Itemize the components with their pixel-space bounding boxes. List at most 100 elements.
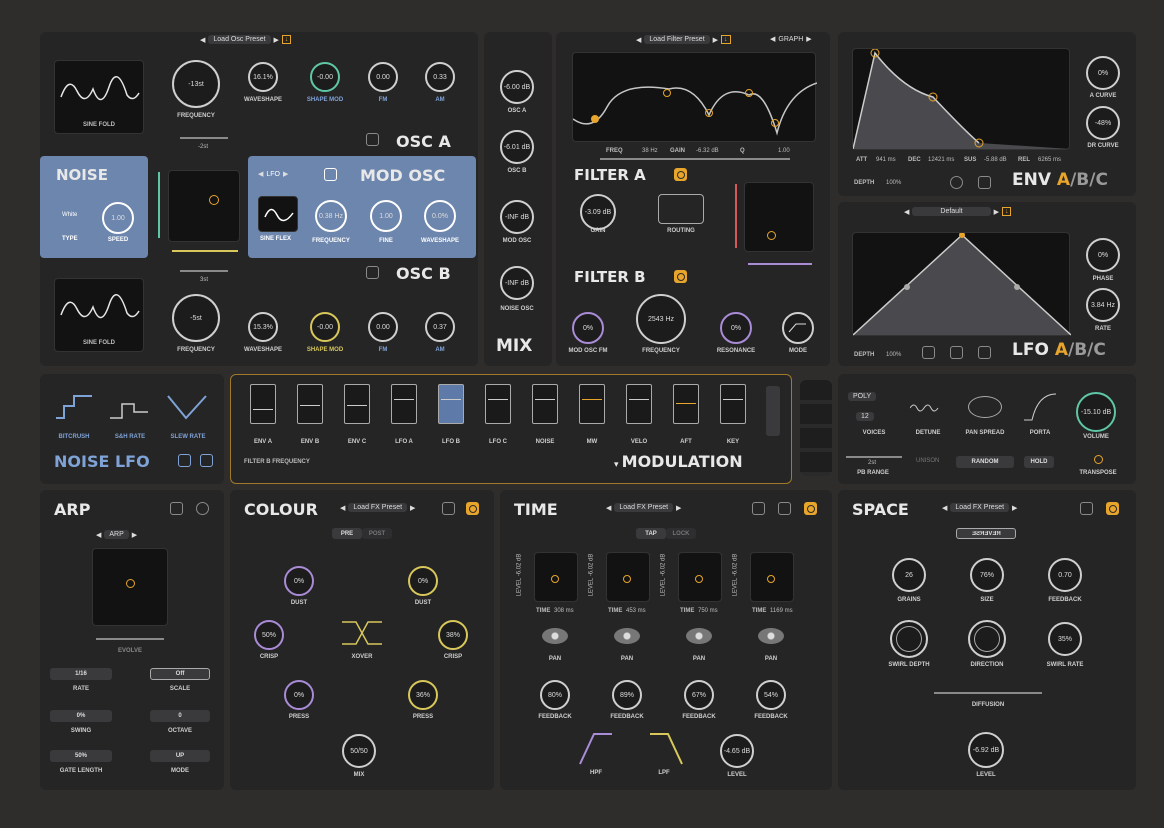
xy-pad-handle[interactable] [209,195,219,205]
osc-a-frequency-knob[interactable]: -13st [172,60,220,108]
osc-a-waveshape-knob[interactable]: 16.1% [248,62,278,92]
osc-b-wavetable-display[interactable]: SINE FOLD [54,278,144,352]
resonance-knob[interactable]: 0% [720,312,752,344]
noise-lfo-keyboard-icon[interactable] [200,454,213,467]
lfo-node[interactable] [1014,284,1020,290]
transpose-dot[interactable] [1094,455,1103,464]
delay-tap-pad[interactable] [534,552,578,602]
sh-rate-icon[interactable] [108,392,152,422]
right-arrow-icon[interactable]: ▶ [274,36,279,44]
right-arrow-icon[interactable]: ▶ [806,35,811,43]
slew-rate-icon[interactable] [166,392,210,422]
colour-power-icon[interactable] [466,502,479,515]
osc-a-shape-mod-knob[interactable]: -0.00 [310,62,340,92]
press-2-knob[interactable]: 36% [408,680,438,710]
filter-gain-knob[interactable]: -3.09 dB [580,194,616,230]
osc-a-wavetable-display[interactable]: SINE FOLD [54,60,144,134]
mix-noise-osc-knob[interactable]: -INF dB [500,266,534,300]
reverse-toggle[interactable]: REVERSE [956,528,1016,539]
osc-a-fm-knob[interactable]: 0.00 [368,62,398,92]
mix-osc-b-knob[interactable]: -6.01 dB [500,130,534,164]
mod-osc-wave-display[interactable] [258,196,298,232]
tap-feedback-knob[interactable]: 67% [684,680,714,710]
hpf-icon[interactable] [578,730,614,766]
time-power-icon[interactable] [804,502,817,515]
post-toggle[interactable]: POST [362,528,392,539]
colour-mix-knob[interactable]: 50/50 [342,734,376,768]
space-lock-icon[interactable] [1080,502,1093,515]
pan-spread-icon[interactable] [968,396,1002,418]
hold-button[interactable]: HOLD [1024,456,1054,468]
eq-node[interactable] [663,89,671,97]
lfo-keyboard-icon[interactable] [950,346,963,359]
volume-knob[interactable]: -15.10 dB [1076,392,1116,432]
diffusion-slider[interactable] [934,692,1042,694]
left-arrow-icon[interactable]: ◀ [200,36,205,44]
poly-selector[interactable]: POLY [848,392,877,401]
modulation-settings-icon[interactable] [766,386,780,436]
pan-icon[interactable] [686,628,712,644]
bitcrush-icon[interactable] [54,392,94,422]
dr-curve-knob[interactable]: -48% [1086,106,1120,140]
filter-xy-horizontal-slider[interactable] [748,263,812,265]
osc-b-frequency-knob[interactable]: -5st [172,294,220,342]
osc-xy-pad[interactable] [168,170,240,242]
left-arrow-icon[interactable]: ◀ [770,35,775,43]
space-preset-selector[interactable]: ◀ Load FX Preset ▶ [942,503,1017,512]
mod-osc-frequency-knob[interactable]: 0.38 Hz [315,200,347,232]
filter-mode-knob[interactable] [782,312,814,344]
left-arrow-icon[interactable]: ◀ [942,504,947,512]
unison-label[interactable]: UNISON [916,458,939,464]
right-arrow-icon[interactable]: ▶ [410,504,415,512]
mod-source-0[interactable] [250,384,276,424]
env-selector-a[interactable]: A [1057,170,1070,190]
graph-toggle[interactable]: ◀ GRAPH ▶ [770,35,812,44]
left-arrow-icon[interactable]: ◀ [636,36,641,44]
arp-direction-selector[interactable]: UP [150,750,210,762]
noise-lfo-sync-icon[interactable] [178,454,191,467]
dust-2-knob[interactable]: 0% [408,566,438,596]
swirl-depth-knob[interactable] [890,620,928,658]
mod-source-6[interactable] [532,384,558,424]
xy-pad-handle[interactable] [551,575,559,583]
mod-source-1[interactable] [297,384,323,424]
mod-source-4[interactable] [438,384,464,424]
a-curve-knob[interactable]: 0% [1086,56,1120,90]
mod-source-9[interactable] [673,384,699,424]
pan-icon[interactable] [614,628,640,644]
env-keyboard-icon[interactable] [978,176,991,189]
noise-speed-knob[interactable]: 1.00 [102,202,134,234]
filter-b-power-icon[interactable] [674,270,687,283]
lfo-selector-a[interactable]: A [1055,340,1068,360]
mod-source-10[interactable] [720,384,746,424]
pan-icon[interactable] [542,628,568,644]
direction-knob[interactable] [968,620,1006,658]
size-knob[interactable]: 76% [970,558,1004,592]
pan-icon[interactable] [758,628,784,644]
right-arrow-icon[interactable]: ▶ [994,208,999,216]
noise-type-value[interactable]: White [62,212,77,218]
right-arrow-icon[interactable]: ▶ [713,36,718,44]
eq-band-slider[interactable] [600,158,790,160]
left-arrow-icon[interactable]: ◀ [904,208,909,216]
right-arrow-icon[interactable]: ▶ [1012,504,1017,512]
arp-xy-pad[interactable] [92,548,168,626]
right-arrow-icon[interactable]: ▶ [132,531,137,539]
time-lock-icon[interactable] [778,502,791,515]
random-selector[interactable]: RANDOM [956,456,1014,468]
filter-frequency-knob[interactable]: 2543 Hz [636,294,686,344]
mix-mod-osc-knob[interactable]: -INF dB [500,200,534,234]
colour-preset-selector[interactable]: ◀ Load FX Preset ▶ [340,503,415,512]
lfo-retrigger-icon[interactable] [978,346,991,359]
left-arrow-icon[interactable]: ◀ [96,531,101,539]
mod-source-3[interactable] [391,384,417,424]
lfo-selector-bc[interactable]: /B/C [1068,340,1106,360]
lfo-phase-knob[interactable]: 0% [1086,238,1120,272]
crisp-2-knob[interactable]: 38% [438,620,468,650]
osc-xy-horizontal-slider[interactable] [172,250,238,252]
colour-lock-icon[interactable] [442,502,455,515]
mod-source-7[interactable] [579,384,605,424]
left-arrow-icon[interactable]: ◀ [340,504,345,512]
tap-feedback-knob[interactable]: 89% [612,680,642,710]
dust-1-knob[interactable]: 0% [284,566,314,596]
